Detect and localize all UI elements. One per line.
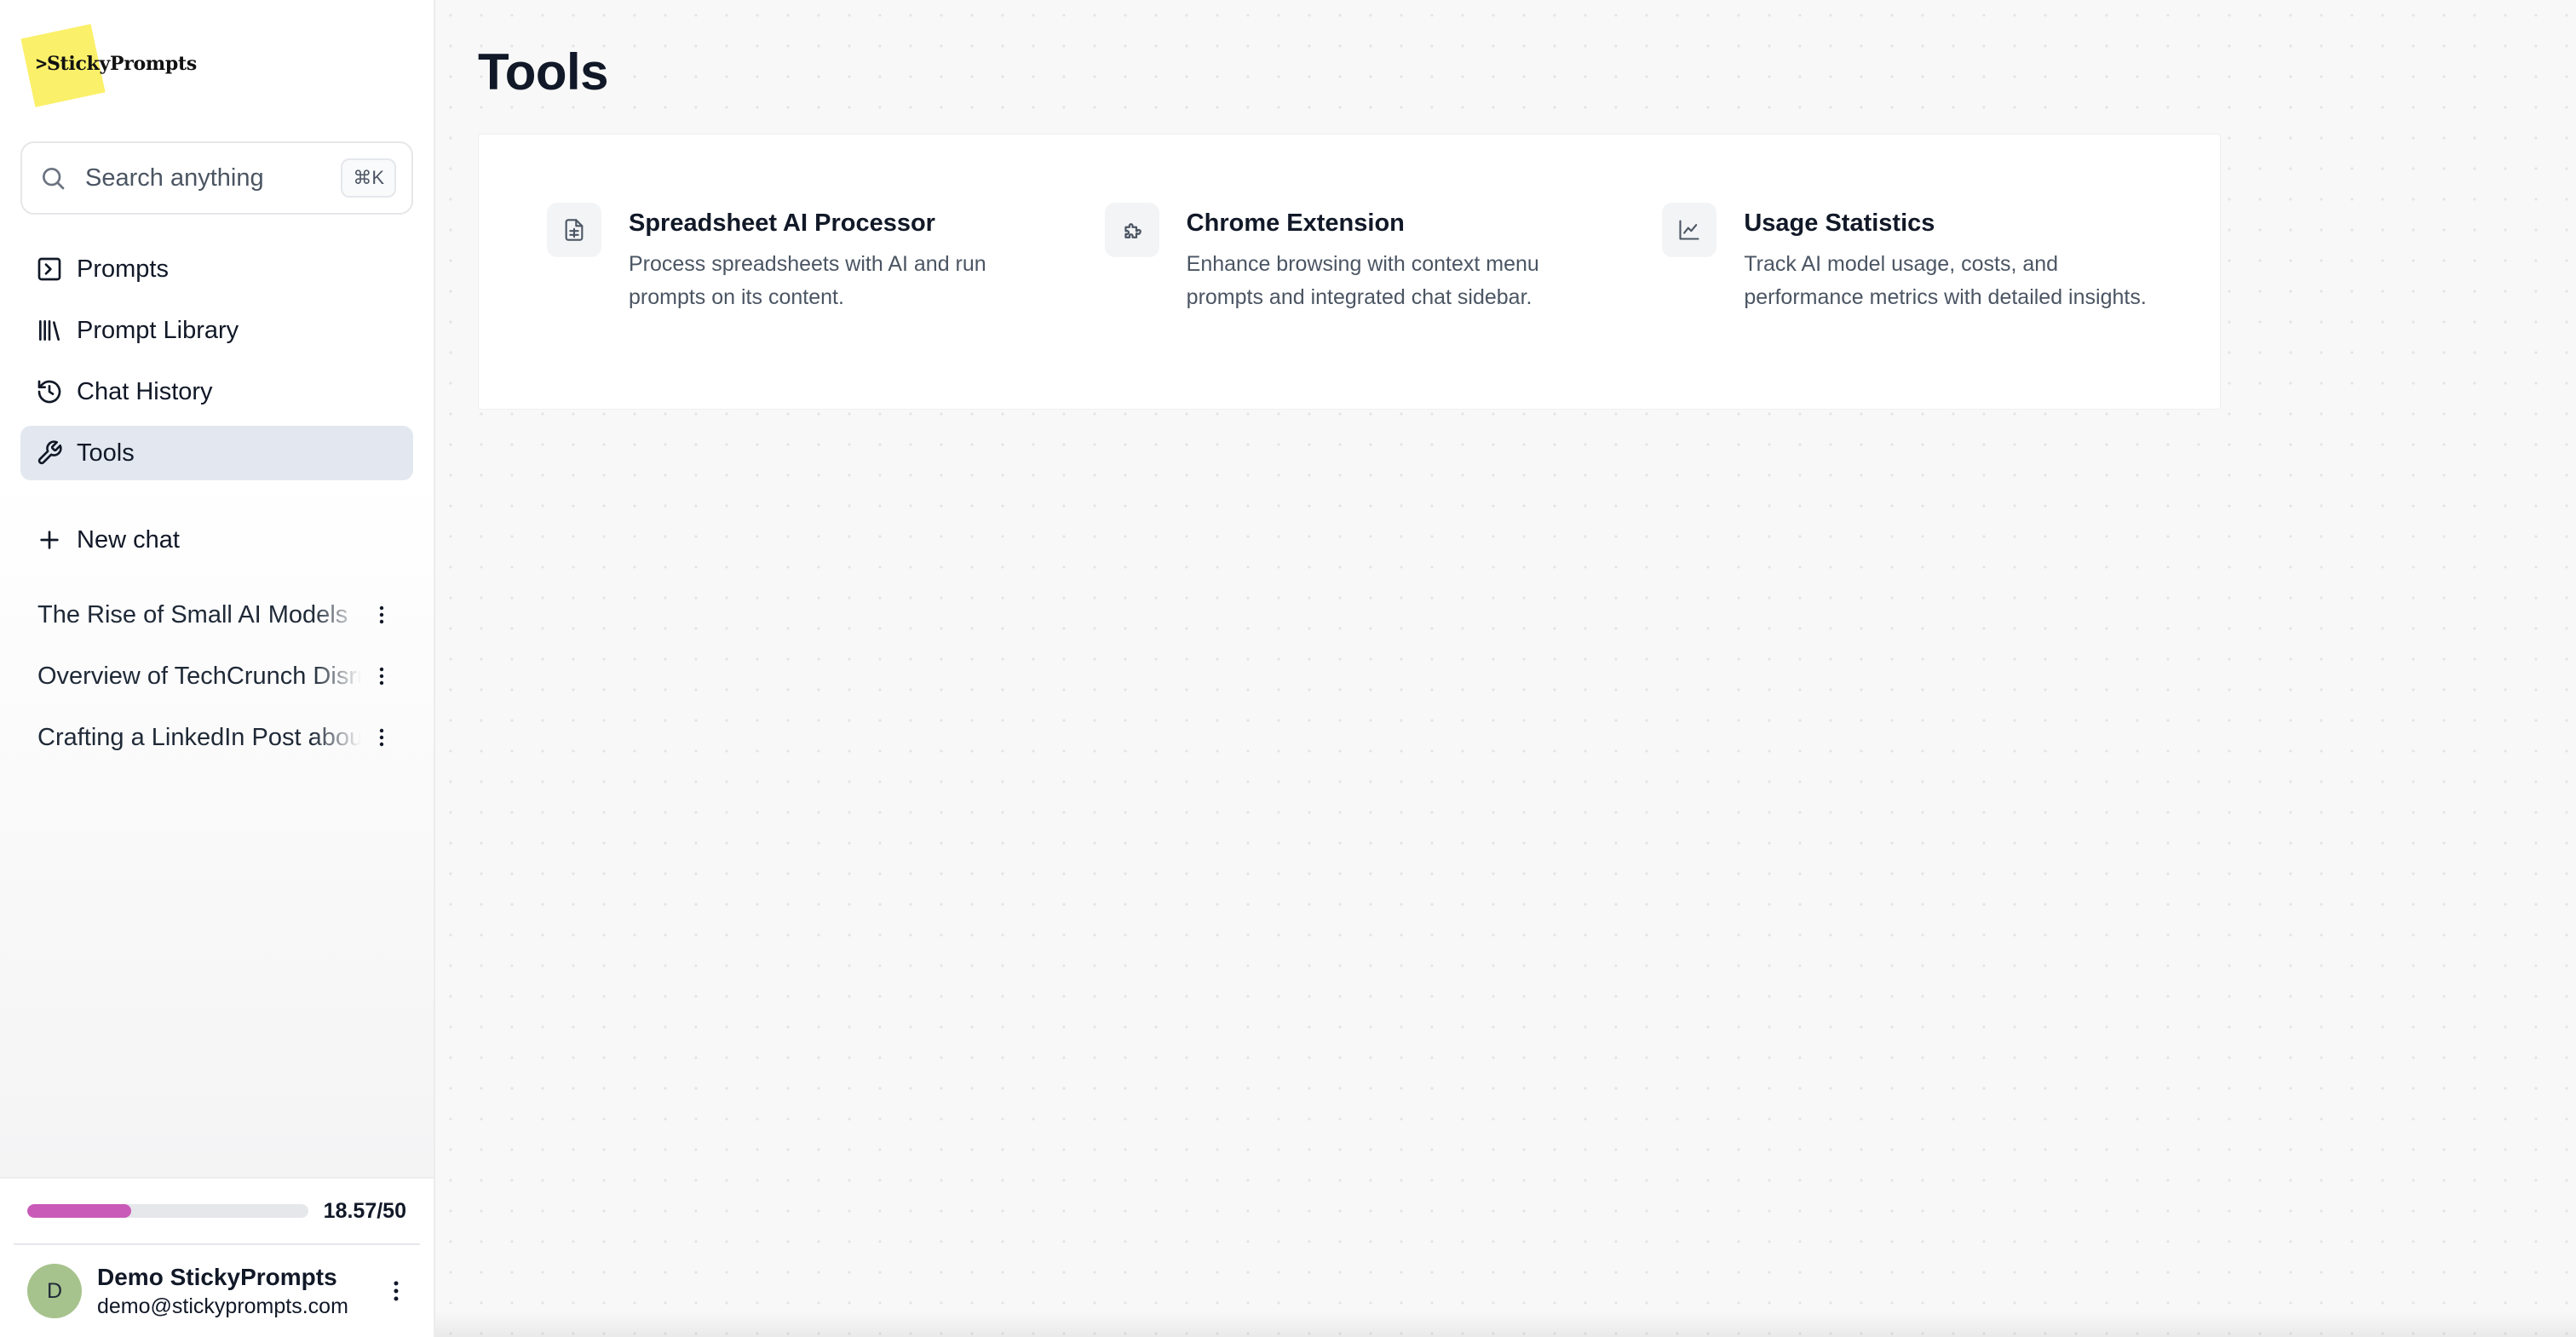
new-chat-label: New chat [77,525,180,554]
chat-list: The Rise of Small AI Models Overview of … [20,588,413,765]
brand-logo[interactable]: >StickyPrompts [0,0,434,128]
sidebar-content: >StickyPrompts Search anything ⌘K Prompt… [0,0,434,1177]
sidebar-footer: 18.57/50 D Demo StickyPrompts demo@stick… [0,1177,434,1337]
user-profile[interactable]: D Demo StickyPrompts demo@stickyprompts.… [14,1245,420,1337]
tools-grid: Spreadsheet AI Processor Process spreads… [478,134,2221,410]
search-icon [43,168,65,190]
new-chat-button[interactable]: New chat [20,514,413,565]
nav-label: Tools [77,439,135,467]
page-title: Tools [478,43,609,100]
usage-value: 18.57/50 [323,1198,406,1223]
tool-spreadsheet-ai-processor[interactable]: Spreadsheet AI Processor Process spreads… [547,203,1105,409]
chat-title: Overview of TechCrunch Disrupt [37,662,361,690]
usage-meter: 18.57/50 [14,1179,420,1245]
usage-progress-bar [27,1204,308,1218]
more-vertical-icon[interactable] [371,601,392,628]
tool-name: Usage Statistics [1744,209,1935,237]
more-vertical-icon[interactable] [371,724,392,751]
nav-item-prompt-library[interactable]: Prompt Library [20,303,413,358]
user-name: Demo StickyPrompts [97,1263,337,1290]
nav-label: Chat History [77,377,213,405]
user-menu-icon[interactable] [386,1277,406,1305]
nav-label: Prompts [77,255,169,283]
nav-item-chat-history[interactable]: Chat History [20,364,413,419]
prompt-square-icon [37,257,61,281]
line-chart-icon [1662,203,1717,257]
app-root: >StickyPrompts Search anything ⌘K Prompt… [0,0,2576,1337]
user-email: demo@stickyprompts.com [97,1294,348,1318]
bottom-edge-shadow [435,1311,2576,1337]
chat-list-item[interactable]: Crafting a LinkedIn Post about [20,710,413,765]
chat-title: The Rise of Small AI Models [37,600,348,628]
chat-title: Crafting a LinkedIn Post about [37,723,361,751]
tool-usage-statistics[interactable]: Usage Statistics Track AI model usage, c… [1662,203,2220,409]
search-placeholder: Search anything [85,164,264,192]
tool-name: Chrome Extension [1186,209,1405,237]
nav-label: Prompt Library [77,316,239,344]
library-icon [39,320,60,341]
main-nav: Prompts Prompt Library Chat History Tool… [20,242,413,480]
main-content: Tools Spreadsheet AI Processor Process s… [435,0,2576,1337]
search-shortcut-badge: ⌘K [341,158,396,198]
user-info: Demo StickyPrompts demo@stickyprompts.co… [97,1264,376,1319]
chat-list-item[interactable]: Overview of TechCrunch Disrupt [20,649,413,703]
tool-chrome-extension[interactable]: Chrome Extension Enhance browsing with c… [1104,203,1663,409]
tool-name: Spreadsheet AI Processor [629,209,935,237]
spreadsheet-icon [547,203,601,257]
wrench-icon [37,440,62,465]
tool-description: Process spreadsheets with AI and run pro… [629,252,986,309]
plus-icon [40,531,59,549]
history-icon [37,380,61,404]
search-box[interactable]: Search anything ⌘K [20,141,413,215]
sidebar: >StickyPrompts Search anything ⌘K Prompt… [0,0,435,1337]
tool-text: Spreadsheet AI Processor Process spreads… [629,203,1038,409]
tool-description: Enhance browsing with context menu promp… [1186,252,1539,309]
avatar: D [27,1264,82,1318]
usage-progress-fill [27,1204,132,1218]
tool-text: Chrome Extension Enhance browsing with c… [1187,203,1596,409]
tool-description: Track AI model usage, costs, and perform… [1744,252,2147,309]
more-vertical-icon[interactable] [371,663,392,690]
puzzle-icon [1104,203,1159,257]
brand-name: >StickyPrompts [36,53,197,75]
chat-list-item[interactable]: The Rise of Small AI Models [20,588,413,642]
nav-item-tools[interactable]: Tools [20,426,413,480]
nav-item-prompts[interactable]: Prompts [20,242,413,296]
tool-text: Usage Statistics Track AI model usage, c… [1744,203,2153,409]
